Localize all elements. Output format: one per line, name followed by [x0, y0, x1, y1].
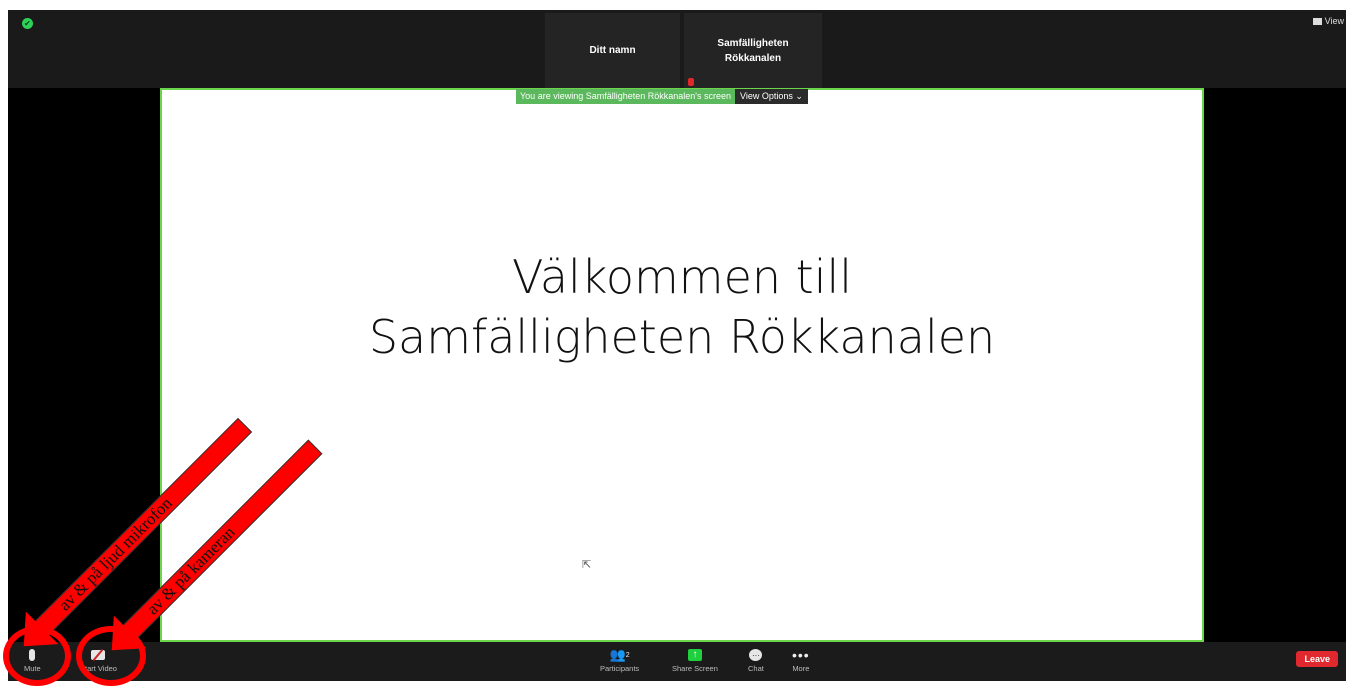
participants-label: Participants [600, 664, 640, 673]
leave-button[interactable]: Leave [1296, 651, 1338, 667]
slide-title: Välkommen till Samfälligheten Rökkanalen [162, 247, 1202, 367]
shared-screen: Välkommen till Samfälligheten Rökkanalen… [160, 88, 1204, 642]
participant-tile-samfalligheten[interactable]: Samfälligheten Rökkanalen [684, 13, 822, 88]
zoom-meeting-window: ✔ Ditt namn Samfälligheten Rökkanalen Vi… [8, 10, 1346, 681]
meeting-controls-toolbar: Mute Start Video 👥 2 Participants ↑ Share… [8, 642, 1346, 681]
muted-mic-icon [688, 78, 694, 86]
mute-highlight-circle [3, 626, 71, 686]
screen-share-banner: You are viewing Samfälligheten Rökkanale… [516, 89, 808, 104]
view-label: View [1324, 16, 1344, 26]
participants-count: 2 [625, 651, 630, 659]
slide-title-line-2: Samfälligheten Rökkanalen [368, 310, 996, 364]
gallery-strip: ✔ Ditt namn Samfälligheten Rökkanalen Vi… [8, 10, 1346, 88]
view-button[interactable]: View [1312, 16, 1344, 26]
share-screen-button[interactable]: ↑ Share Screen [672, 646, 718, 673]
chat-button[interactable]: … Chat [748, 646, 764, 673]
mouse-pointer-icon: ⇱ [582, 559, 592, 571]
more-button[interactable]: ••• More [792, 646, 810, 673]
participants-icon: 👥 [609, 647, 626, 662]
video-highlight-circle [76, 626, 146, 686]
slide-title-line-1: Välkommen till [511, 250, 853, 304]
participants-button[interactable]: 👥 2 Participants [600, 646, 639, 673]
more-dots-icon: ••• [792, 647, 810, 663]
share-screen-icon: ↑ [687, 649, 702, 661]
security-shield-icon[interactable]: ✔ [22, 18, 33, 29]
chat-label: Chat [748, 664, 764, 673]
view-options-dropdown[interactable]: View Options ⌄ [735, 89, 808, 104]
participant-name: Samfälligheten Rökkanalen [717, 37, 789, 64]
share-message: You are viewing Samfälligheten Rökkanale… [516, 89, 736, 104]
participant-name: Ditt namn [589, 45, 636, 56]
chat-icon: … [749, 649, 763, 661]
participant-tile-ditt-namn[interactable]: Ditt namn [545, 13, 680, 88]
share-screen-label: Share Screen [672, 664, 718, 673]
more-label: More [792, 664, 810, 673]
grid-view-icon [1312, 17, 1322, 25]
